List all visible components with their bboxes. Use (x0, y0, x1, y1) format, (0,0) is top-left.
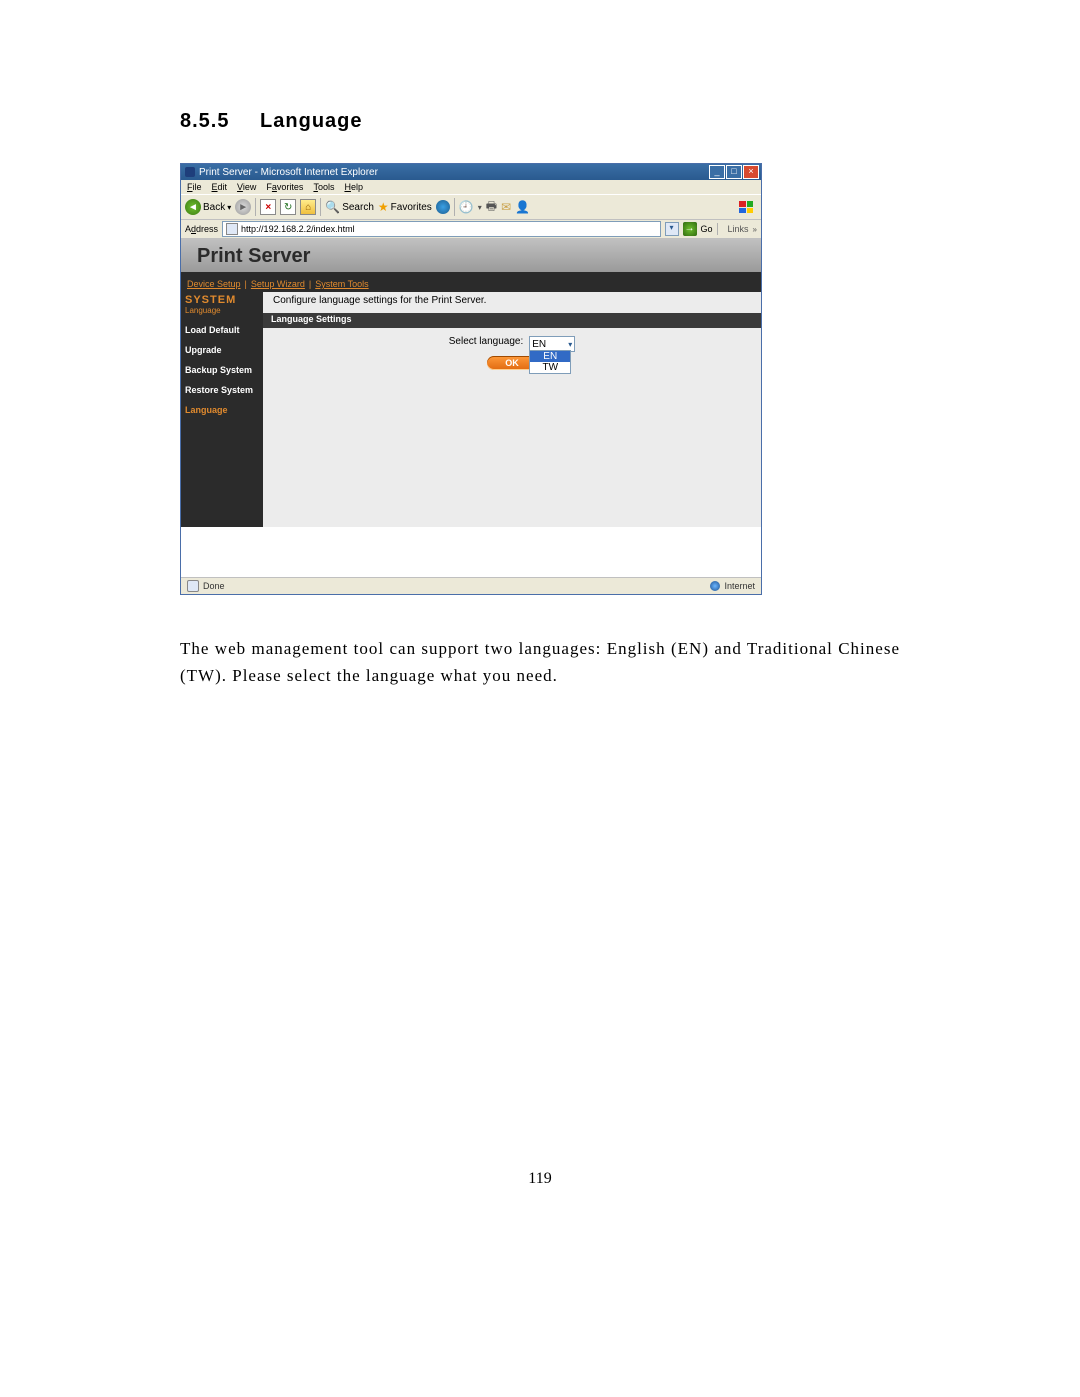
toolbar: ◄ Back ▾ ► × ↻ ⌂ 🔍 Search ★ Favorites 🕘 … (181, 194, 761, 220)
maximize-button[interactable]: □ (726, 165, 742, 179)
titlebar: Print Server - Microsoft Internet Explor… (181, 164, 761, 180)
stop-button[interactable]: × (260, 199, 276, 215)
favorites-button[interactable]: ★ Favorites (378, 200, 432, 214)
go-button[interactable]: → (683, 222, 697, 236)
language-option-en[interactable]: EN (530, 351, 570, 362)
menu-file[interactable]: File (187, 182, 202, 192)
menu-tools[interactable]: Tools (313, 182, 334, 192)
address-label: Address (185, 224, 218, 234)
home-button[interactable]: ⌂ (300, 199, 316, 215)
address-url: http://192.168.2.2/index.html (241, 224, 355, 234)
language-option-tw[interactable]: TW (530, 362, 570, 373)
page-icon (187, 580, 199, 592)
separator (717, 223, 718, 235)
chevron-down-icon: ▾ (568, 340, 572, 349)
sidebar-item-load-default[interactable]: Load Default (185, 325, 263, 335)
separator (320, 198, 321, 216)
panel-description: Configure language settings for the Prin… (263, 292, 761, 313)
menu-view[interactable]: View (237, 182, 256, 192)
minimize-button[interactable]: _ (709, 165, 725, 179)
menubar: File Edit View Favorites Tools Help (181, 180, 761, 194)
nav-setup-wizard[interactable]: Setup Wizard (251, 279, 305, 289)
window-title: Print Server - Microsoft Internet Explor… (199, 167, 378, 178)
section-number: 8.5.5 (180, 110, 229, 132)
star-icon: ★ (378, 200, 389, 214)
media-button[interactable] (436, 200, 450, 214)
separator (454, 198, 455, 216)
section-heading: 8.5.5 Language (180, 110, 900, 133)
globe-icon (710, 581, 720, 591)
separator (255, 198, 256, 216)
address-field[interactable]: http://192.168.2.2/index.html (222, 221, 660, 237)
page-number: 119 (0, 1170, 1080, 1188)
app-banner: Print Server (181, 240, 761, 272)
section-title: Language (260, 110, 362, 132)
select-language-label: Select language: (449, 336, 524, 347)
links-label[interactable]: Links (728, 224, 749, 234)
sidebar-subheading: Language (185, 306, 263, 315)
nav-system-tools[interactable]: System Tools (315, 279, 368, 289)
chevron-down-icon: ▾ (478, 203, 482, 212)
go-label: Go (701, 224, 713, 234)
panel-title: Language Settings (263, 313, 761, 328)
menu-help[interactable]: Help (344, 182, 363, 192)
chevron-down-icon: ▾ (227, 203, 231, 212)
windows-flag-icon (735, 198, 757, 216)
search-icon: 🔍 (325, 200, 340, 214)
nav-device-setup[interactable]: Device Setup (187, 279, 241, 289)
sidebar-item-language[interactable]: Language (185, 405, 263, 415)
refresh-button[interactable]: ↻ (280, 199, 296, 215)
menu-favorites[interactable]: Favorites (266, 182, 303, 192)
back-icon: ◄ (185, 199, 201, 215)
language-options: EN TW (529, 350, 571, 374)
close-button[interactable]: × (743, 165, 759, 179)
sidebar-heading: SYSTEM (185, 294, 263, 306)
back-label: Back (203, 202, 225, 213)
sidebar-item-restore-system[interactable]: Restore System (185, 385, 263, 395)
sidebar-item-backup-system[interactable]: Backup System (185, 365, 263, 375)
status-bar: Done Internet (181, 577, 761, 594)
search-label: Search (342, 202, 374, 213)
status-zone: Internet (724, 581, 755, 591)
status-done: Done (203, 581, 225, 591)
favorites-label: Favorites (391, 202, 432, 213)
sidebar-item-upgrade[interactable]: Upgrade (185, 345, 263, 355)
menu-edit[interactable]: Edit (212, 182, 228, 192)
ok-button-label: OK (505, 358, 519, 368)
ie-window: Print Server - Microsoft Internet Explor… (180, 163, 762, 595)
history-button[interactable]: 🕘 (459, 200, 474, 214)
print-button[interactable]: 🖶 (486, 197, 497, 218)
address-bar: Address http://192.168.2.2/index.html ▾ … (181, 220, 761, 239)
address-dropdown-icon[interactable]: ▾ (665, 222, 679, 236)
sidebar: SYSTEM Language Load Default Upgrade Bac… (181, 292, 263, 527)
language-select-value: EN (532, 339, 546, 350)
messenger-button[interactable]: 👤 (515, 200, 530, 214)
ie-logo-icon (185, 167, 195, 177)
search-button[interactable]: 🔍 Search (325, 200, 374, 214)
page-icon (226, 223, 238, 235)
app-banner-title: Print Server (197, 245, 310, 268)
doc-paragraph: The web management tool can support two … (180, 635, 900, 689)
top-nav: Device Setup | Setup Wizard | System Too… (181, 276, 761, 292)
back-button[interactable]: ◄ Back ▾ (185, 199, 231, 215)
forward-button[interactable]: ► (235, 199, 251, 215)
mail-button[interactable]: ✉ (501, 200, 511, 214)
chevron-right-icon: » (753, 225, 757, 234)
